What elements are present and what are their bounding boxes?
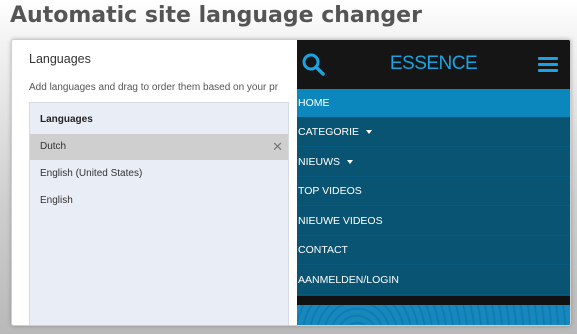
nav-item-label: HOME <box>298 97 330 109</box>
nav-item-label: CATEGORIE <box>298 126 360 138</box>
nav-item-label: CONTACT <box>298 244 348 256</box>
nav-item-label: NIEUWS <box>298 156 340 168</box>
language-item-dutch[interactable]: Dutch ✕ <box>30 134 288 160</box>
hamburger-menu-icon[interactable] <box>538 57 558 72</box>
site-logo[interactable]: ESSENCE <box>297 53 570 75</box>
nav-item-aanmelden-login[interactable]: AANMELDEN/LOGIN <box>297 266 570 295</box>
language-label: English <box>40 195 73 206</box>
site-header: ESSENCE <box>297 40 570 89</box>
screenshot-frame: Languages Add languages and drag to orde… <box>11 39 571 326</box>
languages-list-header: Languages <box>40 114 93 125</box>
nav-item-categorie[interactable]: CATEGORIE <box>297 118 570 147</box>
caret-down-icon <box>347 160 353 165</box>
remove-language-icon[interactable]: ✕ <box>272 134 283 160</box>
languages-list: Languages Dutch ✕ English (United States… <box>29 102 289 325</box>
language-label: Dutch <box>40 141 67 152</box>
nav-menu: HOME CATEGORIE NIEUWS TOP VIDEOS NIEUWE … <box>297 89 570 296</box>
nav-item-nieuwe-videos[interactable]: NIEUWE VIDEOS <box>297 207 570 236</box>
nav-item-label: NIEUWE VIDEOS <box>298 215 383 227</box>
language-label: English (United States) <box>40 168 143 179</box>
nav-item-nieuws[interactable]: NIEUWS <box>297 148 570 177</box>
nav-item-home[interactable]: HOME <box>297 89 570 118</box>
languages-settings-panel: Languages Add languages and drag to orde… <box>12 40 297 325</box>
language-item-english-us[interactable]: English (United States) <box>30 161 288 187</box>
panel-title: Languages <box>29 52 91 66</box>
mobile-site-preview: ESSENCE HOME CATEGORIE NIEUWS TOP VIDEOS… <box>297 40 570 325</box>
nav-item-label: TOP VIDEOS <box>298 185 362 197</box>
footer-banner <box>297 305 570 325</box>
caret-down-icon <box>366 130 373 135</box>
footer-divider <box>297 296 570 305</box>
nav-item-contact[interactable]: CONTACT <box>297 236 570 265</box>
panel-description: Add languages and drag to order them bas… <box>29 82 279 93</box>
page-heading: Automatic site language changer <box>10 3 422 28</box>
nav-item-label: AANMELDEN/LOGIN <box>298 274 399 286</box>
language-item-english[interactable]: English <box>30 188 288 214</box>
nav-item-top-videos[interactable]: TOP VIDEOS <box>297 177 570 206</box>
